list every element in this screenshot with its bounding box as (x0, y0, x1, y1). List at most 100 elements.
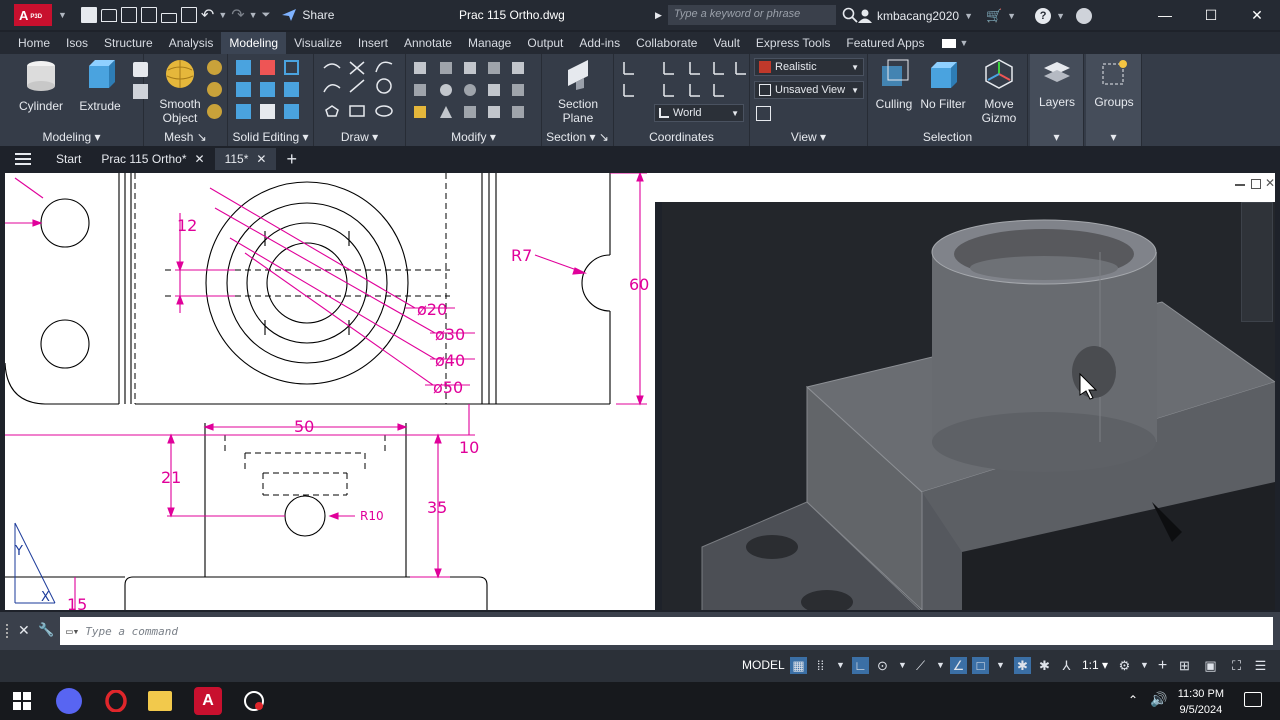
mesh-panel-title[interactable]: Mesh ↘ (144, 130, 227, 144)
thicken-icon[interactable] (260, 82, 275, 97)
search-expand-icon[interactable]: ▶ (655, 10, 662, 21)
hamburger-menu-icon[interactable] (0, 153, 46, 165)
no-filter-button[interactable]: No Filter (918, 58, 968, 111)
viewport-restore-icon[interactable] (1251, 179, 1261, 189)
extrude-button[interactable]: Extrude (74, 58, 126, 113)
command-history-icon[interactable]: ▭▾ (66, 625, 79, 638)
command-customize-icon[interactable]: 🔧 (38, 622, 54, 638)
save-as-icon[interactable] (140, 7, 157, 23)
discord-icon[interactable] (56, 688, 82, 714)
windows-start-icon[interactable] (8, 687, 36, 715)
draw-panel-title[interactable]: Draw ▾ (314, 130, 405, 144)
modeling-panel-title[interactable]: Modeling ▾ (0, 130, 143, 144)
units-icon[interactable]: ⊞ (1176, 657, 1193, 674)
grid-icon[interactable]: ▦ (790, 657, 807, 674)
drawing-canvas[interactable]: 12 ø20 ø30 ø40 ø50 R7 60 50 10 21 R10 35… (5, 173, 655, 610)
file-tab-115[interactable]: 115* ✕ (214, 148, 277, 170)
redo-icon[interactable]: ↷ (231, 5, 244, 25)
tab-insert[interactable]: Insert (350, 32, 396, 54)
layers-button[interactable]: Layers (1032, 58, 1082, 109)
redo-dropdown-icon[interactable]: ▼ (249, 10, 258, 20)
connect-icon[interactable] (1076, 8, 1093, 24)
command-input[interactable]: ▭▾ Type a command (60, 617, 1273, 645)
view-panel-title[interactable]: View ▾ (750, 130, 867, 144)
plot-icon[interactable] (180, 7, 197, 23)
tab-featured-apps[interactable]: Featured Apps (838, 32, 932, 54)
undo-icon[interactable]: ↶ (201, 5, 214, 25)
file-tab-prac-115-ortho[interactable]: Prac 115 Ortho* ✕ (91, 148, 214, 170)
culling-button[interactable]: Culling (870, 58, 918, 111)
ribbon-minimize-icon[interactable] (942, 38, 957, 48)
cylinder-button[interactable]: Cylinder (14, 58, 68, 113)
draw-tools-icons[interactable] (320, 58, 400, 122)
close-tab-icon[interactable]: ✕ (256, 148, 266, 170)
help-chevron-icon[interactable]: ▼ (1056, 11, 1065, 21)
tab-visualize[interactable]: Visualize (286, 32, 350, 54)
intersect-icon[interactable] (284, 60, 299, 75)
obs-recorder-icon[interactable] (240, 687, 268, 715)
annotation-scale-icon[interactable]: ⅄ (1058, 657, 1075, 674)
polar-icon[interactable]: ⊙ (874, 657, 891, 674)
groups-button[interactable]: Groups (1088, 58, 1140, 109)
opera-browser-icon[interactable] (102, 687, 130, 715)
tray-chevron-icon[interactable]: ⌃ (1128, 693, 1138, 707)
tab-add-ins[interactable]: Add-ins (571, 32, 628, 54)
maximize-button[interactable]: ☐ (1188, 0, 1234, 30)
clean-screen-icon[interactable]: ⛶ (1228, 657, 1245, 674)
mesh-refine-icon[interactable] (207, 104, 222, 119)
ucs-tools-icons[interactable] (620, 58, 748, 98)
save-icon[interactable] (120, 7, 137, 23)
tab-modeling[interactable]: Modeling (221, 32, 287, 54)
groups-expand-icon[interactable]: ▾ (1086, 130, 1141, 144)
cloud-icon[interactable] (160, 13, 177, 23)
object-snap-tracking-icon[interactable]: ∠ (950, 657, 967, 674)
isodraft-icon[interactable]: ⟋ (912, 657, 929, 674)
viewport-close-icon[interactable]: ✕ (1265, 176, 1275, 190)
solid-editing-panel-title[interactable]: Solid Editing ▾ (228, 130, 313, 144)
user-account[interactable]: kmbacang2020 ▼ 🛒 ▼ ? ▼ (858, 8, 1093, 24)
3d-viewport[interactable] (662, 202, 1275, 610)
tab-express-tools[interactable]: Express Tools (748, 32, 838, 54)
tab-manage[interactable]: Manage (460, 32, 519, 54)
search-icon[interactable] (842, 7, 858, 23)
section-panel-title[interactable]: Section ▾ ↘ (542, 130, 613, 144)
model-space-button[interactable]: MODEL (742, 658, 785, 672)
tab-structure[interactable]: Structure (96, 32, 161, 54)
ribbon-minimize-chevron-icon[interactable]: ▼ (959, 38, 968, 48)
tab-vault[interactable]: Vault (705, 32, 747, 54)
volume-icon[interactable]: 🔊 (1150, 691, 1167, 708)
workspace-gear-icon[interactable]: ⚙ (1116, 657, 1133, 674)
cart-icon[interactable]: 🛒 (986, 8, 1002, 24)
close-tab-icon[interactable]: ✕ (195, 148, 205, 170)
application-menu-button[interactable]: A P3D (14, 4, 52, 26)
mesh-smooth-more-icon[interactable] (207, 60, 222, 75)
viewport-config-icon[interactable] (756, 106, 771, 121)
app-menu-chevron-icon[interactable]: ▼ (58, 10, 67, 20)
open-file-icon[interactable] (100, 8, 117, 22)
navigation-bar[interactable] (1241, 202, 1273, 322)
mesh-smooth-less-icon[interactable] (207, 82, 222, 97)
search-input[interactable]: Type a keyword or phrase (667, 5, 836, 25)
undo-dropdown-icon[interactable]: ▼ (218, 10, 227, 20)
union-icon[interactable] (236, 60, 251, 75)
object-snap-chevron-icon[interactable]: ▼ (992, 657, 1009, 674)
selection-panel-title[interactable]: Selection (868, 130, 1027, 144)
help-icon[interactable]: ? (1035, 8, 1052, 24)
system-clock[interactable]: 11:30 PM 9/5/2024 (1178, 686, 1224, 718)
viewport-minimize-icon[interactable] (1235, 184, 1245, 186)
fillet-edge-icon[interactable] (260, 104, 275, 119)
scale-selector[interactable]: 1:1 ▾ (1082, 658, 1108, 672)
shell-icon[interactable] (284, 104, 299, 119)
snap-icon[interactable]: ⁞⁞ (812, 657, 829, 674)
move-gizmo-button[interactable]: Move Gizmo (974, 58, 1024, 125)
snap-chevron-icon[interactable]: ▼ (832, 657, 849, 674)
ortho-icon[interactable]: ∟ (852, 657, 869, 674)
visual-style-select[interactable]: Realistic ▼ (754, 58, 864, 76)
new-file-icon[interactable] (80, 7, 97, 23)
close-button[interactable]: ✕ (1234, 0, 1280, 30)
file-explorer-icon[interactable] (148, 691, 172, 711)
auto-scale-icon[interactable]: ✱ (1036, 657, 1053, 674)
modify-panel-title[interactable]: Modify ▾ (406, 130, 541, 144)
autocad-taskbar-icon[interactable]: A (194, 687, 222, 715)
annotation-monitor-icon[interactable]: + (1154, 657, 1171, 674)
